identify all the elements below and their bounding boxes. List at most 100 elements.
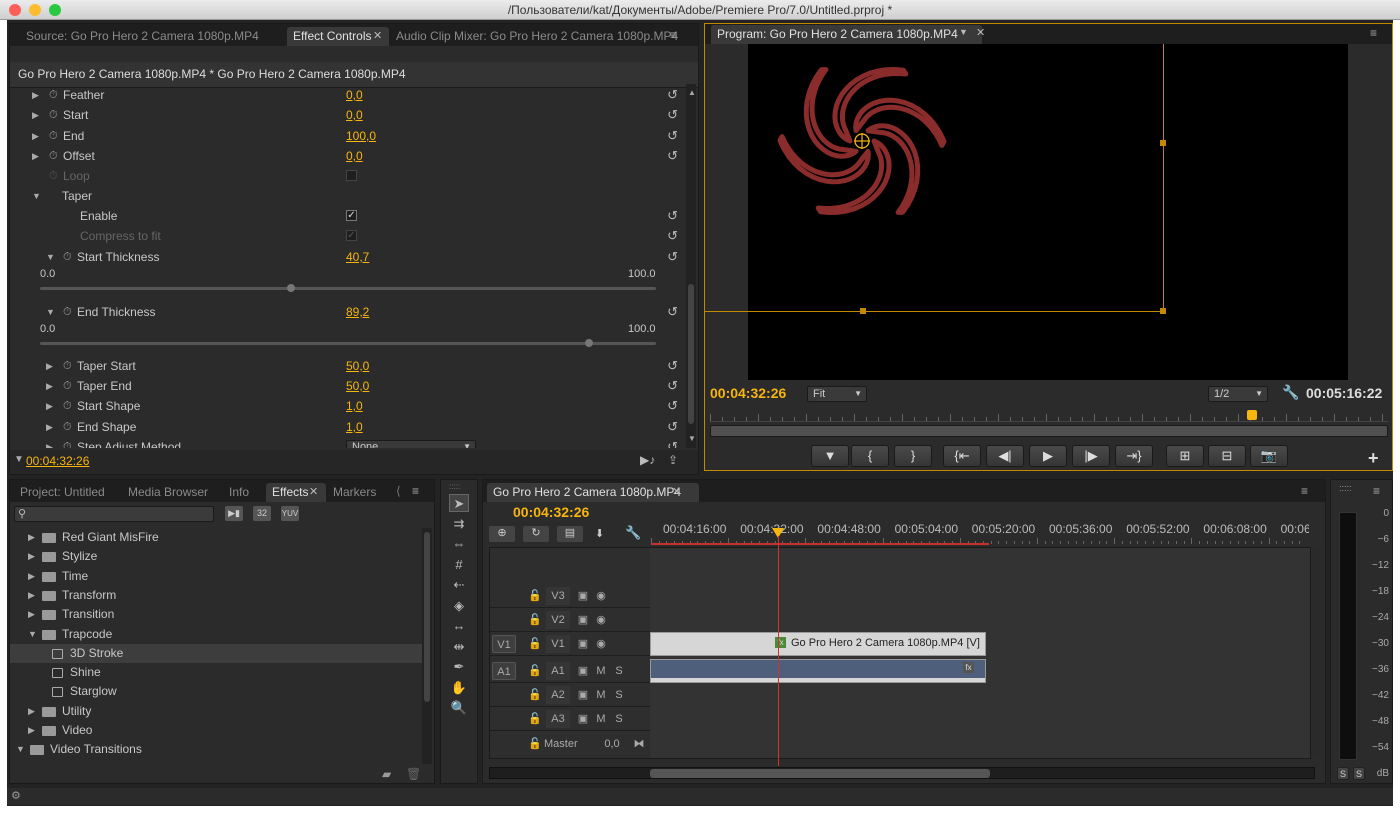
solo-button[interactable]: S: [612, 710, 626, 728]
footer-timecode[interactable]: 00:04:32:26: [26, 454, 89, 468]
export-frame-button[interactable]: 📷: [1250, 445, 1288, 467]
reset-property-icon[interactable]: ↺: [667, 376, 678, 396]
track-select-tool-icon[interactable]: ⇉: [449, 515, 469, 533]
extract-button[interactable]: ⊟: [1208, 445, 1246, 467]
toggle-sync-lock-icon[interactable]: ▣: [576, 611, 590, 629]
marker-icon[interactable]: ⬇: [595, 527, 604, 540]
hand-tool-icon[interactable]: ✋: [449, 679, 469, 697]
stopwatch-icon[interactable]: ⏱: [63, 437, 72, 448]
audio-clip[interactable]: fx: [650, 659, 986, 683]
program-viewer[interactable]: [748, 44, 1348, 380]
track-name-v3[interactable]: V3: [546, 587, 570, 605]
properties-scrollbar[interactable]: ▲ ▼: [686, 84, 696, 448]
track-lock-icon[interactable]: 🔓: [528, 710, 542, 728]
reset-property-icon[interactable]: ↺: [667, 247, 678, 267]
close-tab-icon[interactable]: ✕: [309, 485, 318, 498]
slip-tool-icon[interactable]: ↔: [449, 617, 469, 635]
solo-button[interactable]: S: [612, 686, 626, 704]
play-button[interactable]: ▶: [1029, 445, 1067, 467]
expand-triangle-icon[interactable]: ▶: [46, 437, 53, 448]
reset-property-icon[interactable]: ↺: [667, 302, 678, 322]
solo-left-button[interactable]: S: [1337, 767, 1349, 780]
lift-button[interactable]: ⊞: [1166, 445, 1204, 467]
track-lock-icon[interactable]: 🔓: [528, 662, 542, 680]
close-tab-icon[interactable]: ✕: [976, 26, 985, 39]
bbox-handle-bottom[interactable]: [860, 308, 866, 314]
reset-property-icon[interactable]: ↺: [667, 437, 678, 448]
property-value[interactable]: 0,0: [346, 105, 363, 125]
timeline-hscrollbar[interactable]: [489, 767, 1315, 779]
new-bin-icon[interactable]: ▰: [382, 767, 391, 781]
effects-tree-item[interactable]: ▶ Stylize: [10, 547, 422, 566]
tab-info[interactable]: Info: [223, 483, 255, 502]
program-timecode-current[interactable]: 00:04:32:26: [710, 385, 786, 401]
step-forward-button[interactable]: |▶: [1072, 445, 1110, 467]
property-value[interactable]: 40,7: [346, 247, 369, 267]
property-value[interactable]: 1,0: [346, 396, 363, 416]
property-value[interactable]: 100,0: [346, 126, 376, 146]
property-slider[interactable]: [40, 284, 656, 292]
resolution-select[interactable]: 1/2 ▼: [1208, 386, 1268, 402]
track-name-v1[interactable]: V1: [546, 635, 570, 653]
slide-tool-icon[interactable]: ⇹: [449, 638, 469, 656]
expand-triangle-icon[interactable]: ▼: [16, 740, 25, 759]
step-adjust-select[interactable]: None ▼: [346, 440, 476, 448]
solo-button[interactable]: S: [612, 662, 626, 680]
mark-in-button[interactable]: {: [851, 445, 889, 467]
add-marker-button[interactable]: ▼: [811, 445, 849, 467]
property-slider[interactable]: [40, 339, 656, 347]
tab-audio-clip-mixer[interactable]: Audio Clip Mixer: Go Pro Hero 2 Camera 1…: [390, 27, 684, 46]
scroll-down-icon[interactable]: ▼: [688, 434, 696, 443]
go-to-out-button[interactable]: ⇥}: [1115, 445, 1153, 467]
expand-triangle-icon[interactable]: ▼: [46, 302, 55, 322]
status-icon[interactable]: ⚙: [11, 789, 21, 802]
eye-icon[interactable]: ◉: [594, 611, 608, 629]
slider-knob[interactable]: [585, 339, 594, 347]
panel-menu-icon[interactable]: ≡: [670, 28, 677, 42]
reset-property-icon[interactable]: ↺: [667, 105, 678, 125]
scroll-thumb[interactable]: [424, 532, 430, 702]
rolling-edit-tool-icon[interactable]: #: [449, 556, 469, 574]
track-lock-icon[interactable]: 🔓: [528, 686, 542, 704]
bbox-handle-right[interactable]: [1160, 140, 1166, 146]
linked-selection-icon[interactable]: ↻: [523, 526, 549, 542]
eye-icon[interactable]: ◉: [594, 587, 608, 605]
scroll-up-icon[interactable]: ▲: [688, 88, 696, 97]
stopwatch-icon[interactable]: ⏱: [63, 302, 72, 322]
track-lock-icon[interactable]: 🔓: [528, 587, 542, 605]
track-name-a2[interactable]: A2: [546, 686, 570, 704]
program-dropdown-icon[interactable]: ▼: [959, 27, 968, 37]
track-lock-icon[interactable]: 🔓: [528, 735, 542, 753]
expand-triangle-icon[interactable]: ▼: [32, 186, 41, 206]
go-to-in-button[interactable]: {⇤: [943, 445, 981, 467]
expand-triangle-icon[interactable]: ▼: [28, 625, 37, 644]
accelerated-effects-icon[interactable]: ▶▮: [225, 506, 243, 521]
effects-tree-item[interactable]: Shine: [10, 663, 422, 682]
track-lock-icon[interactable]: 🔓: [528, 635, 542, 653]
program-zoom-scrollbar[interactable]: [710, 425, 1388, 437]
stopwatch-icon[interactable]: ⏱: [63, 247, 72, 267]
stopwatch-icon[interactable]: ⏱: [49, 126, 58, 146]
toggle-sync-lock-icon[interactable]: ▣: [576, 710, 590, 728]
stopwatch-icon[interactable]: ⏱: [49, 146, 58, 166]
expand-triangle-icon[interactable]: ▶: [32, 146, 39, 166]
effects-tree-item[interactable]: 3D Stroke: [10, 643, 422, 663]
hscroll-thumb[interactable]: [650, 769, 990, 778]
yuv-effects-icon[interactable]: YUV: [281, 506, 299, 521]
minimize-window-button[interactable]: [29, 4, 41, 16]
close-window-button[interactable]: [9, 4, 21, 16]
panel-menu-icon[interactable]: ≡: [1370, 26, 1377, 40]
reset-property-icon[interactable]: ↺: [667, 417, 678, 437]
trash-icon[interactable]: 🗑: [406, 767, 421, 781]
reset-property-icon[interactable]: ↺: [667, 126, 678, 146]
close-tab-icon[interactable]: ✕: [672, 485, 681, 498]
property-checkbox[interactable]: ✓: [346, 230, 357, 241]
expand-triangle-icon[interactable]: ▶: [28, 567, 35, 586]
video-clip[interactable]: fx Go Pro Hero 2 Camera 1080p.MP4 [V]: [650, 632, 986, 656]
track-name-a3[interactable]: A3: [546, 710, 570, 728]
property-checkbox[interactable]: ✓: [346, 210, 357, 221]
play-audio-icon[interactable]: ▶♪: [640, 453, 655, 467]
effects-scrollbar[interactable]: [422, 528, 432, 764]
snap-icon[interactable]: ⊕: [489, 526, 515, 542]
effects-tree-item[interactable]: ▼ Video Transitions: [10, 740, 422, 759]
